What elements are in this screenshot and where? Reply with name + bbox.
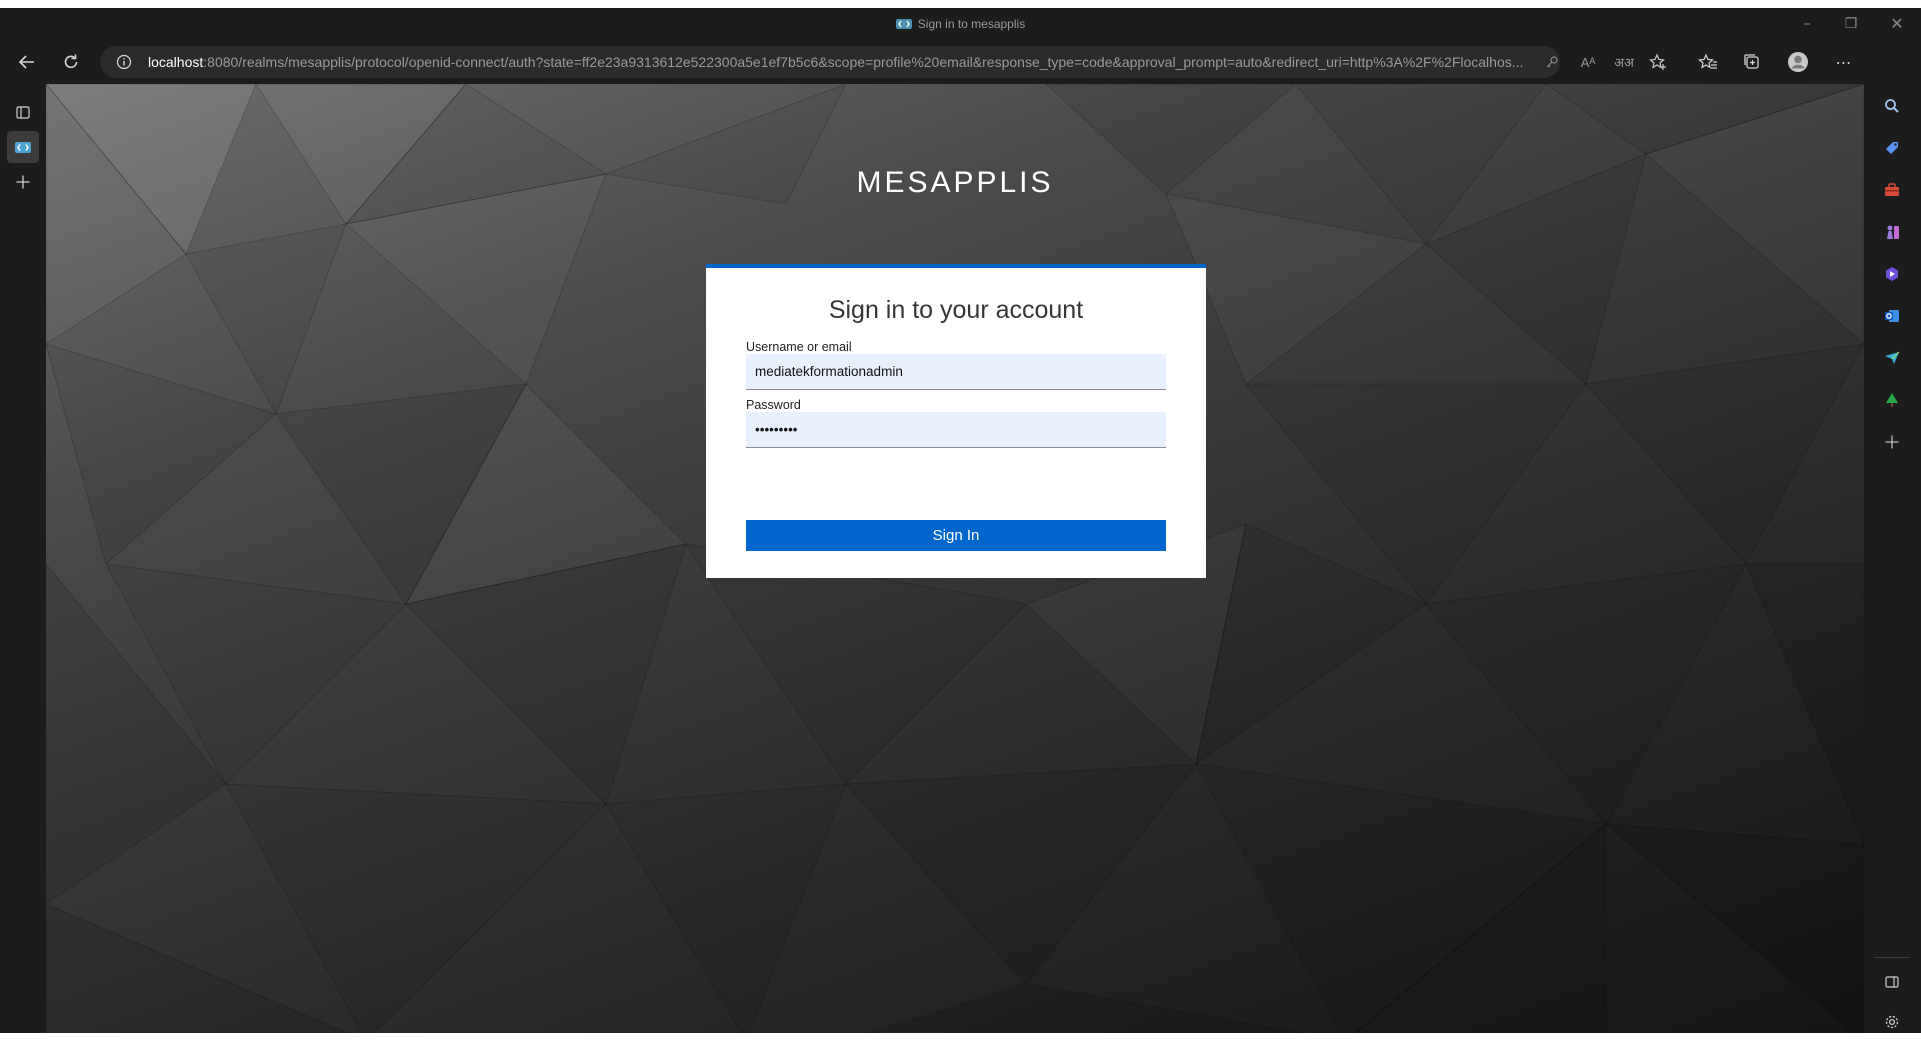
address-bar[interactable]: localhost:8080/realms/mesapplis/protocol… bbox=[100, 46, 1666, 78]
settings-more-button[interactable]: ⋯ bbox=[1826, 44, 1862, 80]
microsoft-365-icon bbox=[1886, 267, 1898, 281]
refresh-button[interactable] bbox=[53, 44, 89, 80]
keycloak-favicon-icon bbox=[895, 19, 912, 29]
sidebar-send-button[interactable] bbox=[1876, 342, 1908, 374]
sidebar-tools-button[interactable] bbox=[1876, 174, 1908, 206]
username-label: Username or email bbox=[746, 340, 852, 354]
login-card: Sign in to your account Username or emai… bbox=[706, 264, 1206, 578]
refresh-icon bbox=[64, 54, 78, 69]
back-arrow-icon bbox=[18, 55, 34, 69]
keycloak-tab-icon bbox=[15, 141, 31, 153]
tab-sign-in[interactable] bbox=[7, 131, 39, 163]
collections-button[interactable] bbox=[1734, 44, 1770, 80]
tree-icon bbox=[1886, 393, 1898, 407]
vertical-tabs bbox=[0, 84, 46, 1041]
restore-button[interactable]: ❐ bbox=[1828, 8, 1874, 40]
window-title: Sign in to mesapplis bbox=[0, 8, 1921, 40]
search-icon bbox=[1885, 99, 1899, 113]
plus-icon bbox=[16, 175, 30, 189]
bottom-edge bbox=[0, 1033, 1921, 1041]
browser-toolbar: localhost:8080/realms/mesapplis/protocol… bbox=[0, 40, 1921, 84]
tab-actions-button[interactable] bbox=[7, 96, 39, 128]
tab-actions-icon bbox=[16, 106, 30, 119]
username-input[interactable]: mediatekformationadmin bbox=[746, 354, 1166, 390]
profile-button[interactable] bbox=[1780, 44, 1816, 80]
gear-icon bbox=[1885, 1015, 1899, 1029]
password-key-icon[interactable] bbox=[1542, 52, 1562, 72]
collections-icon bbox=[1744, 54, 1759, 69]
card-title: Sign in to your account bbox=[828, 296, 1084, 324]
read-aloud-icon[interactable]: Aᴬ bbox=[1578, 52, 1598, 72]
password-label: Password bbox=[746, 398, 801, 412]
sidebar-games-button[interactable] bbox=[1876, 216, 1908, 248]
sidebar-outlook-button[interactable] bbox=[1876, 300, 1908, 332]
toolbox-icon bbox=[1885, 183, 1899, 196]
hide-sidebar-button[interactable] bbox=[1876, 966, 1908, 998]
edge-sidebar bbox=[1864, 40, 1921, 1041]
add-favorite-icon[interactable] bbox=[1648, 52, 1668, 72]
url-text[interactable]: localhost:8080/realms/mesapplis/protocol… bbox=[148, 46, 1528, 78]
games-chess-icon bbox=[1887, 225, 1899, 239]
password-input[interactable]: ••••••••• bbox=[746, 412, 1166, 448]
sidebar-divider bbox=[1874, 957, 1910, 958]
sidebar-shopping-button[interactable] bbox=[1876, 132, 1908, 164]
shopping-tag-icon bbox=[1886, 142, 1898, 154]
paper-plane-icon bbox=[1885, 351, 1900, 364]
site-info-icon[interactable] bbox=[116, 54, 132, 70]
sidebar-copilot-button[interactable] bbox=[1876, 258, 1908, 290]
window-title-text: Sign in to mesapplis bbox=[917, 17, 1026, 31]
browser-window: Sign in to mesapplis – ❐ ✕ localhost:808… bbox=[0, 8, 1921, 1041]
url-path: :8080/realms/mesapplis/protocol/openid-c… bbox=[203, 54, 1524, 70]
sidebar-tree-button[interactable] bbox=[1876, 384, 1908, 416]
url-host: localhost bbox=[148, 54, 204, 70]
minimize-button[interactable]: – bbox=[1784, 8, 1830, 40]
sidebar-add-button[interactable] bbox=[1876, 426, 1908, 458]
favorites-icon bbox=[1698, 53, 1717, 69]
profile-avatar-icon bbox=[1788, 52, 1808, 72]
plus-icon bbox=[1885, 435, 1899, 449]
sidebar-search-button[interactable] bbox=[1876, 90, 1908, 122]
back-button[interactable] bbox=[9, 44, 45, 80]
realm-brand-title: MESAPPLIS bbox=[856, 166, 1054, 199]
more-icon: ⋯ bbox=[1835, 52, 1853, 72]
close-window-button[interactable]: ✕ bbox=[1874, 8, 1920, 40]
sidebar-panel-icon bbox=[1885, 976, 1899, 988]
page-content: MESAPPLIS Sign in to your account Userna… bbox=[46, 84, 1864, 1041]
outlook-icon bbox=[1885, 310, 1899, 322]
translate-icon[interactable]: अअ bbox=[1614, 52, 1634, 72]
title-bar: Sign in to mesapplis – ❐ ✕ bbox=[0, 8, 1921, 40]
new-tab-button[interactable] bbox=[7, 166, 39, 198]
sign-in-button[interactable]: Sign In bbox=[746, 520, 1166, 551]
favorites-button[interactable] bbox=[1690, 44, 1726, 80]
